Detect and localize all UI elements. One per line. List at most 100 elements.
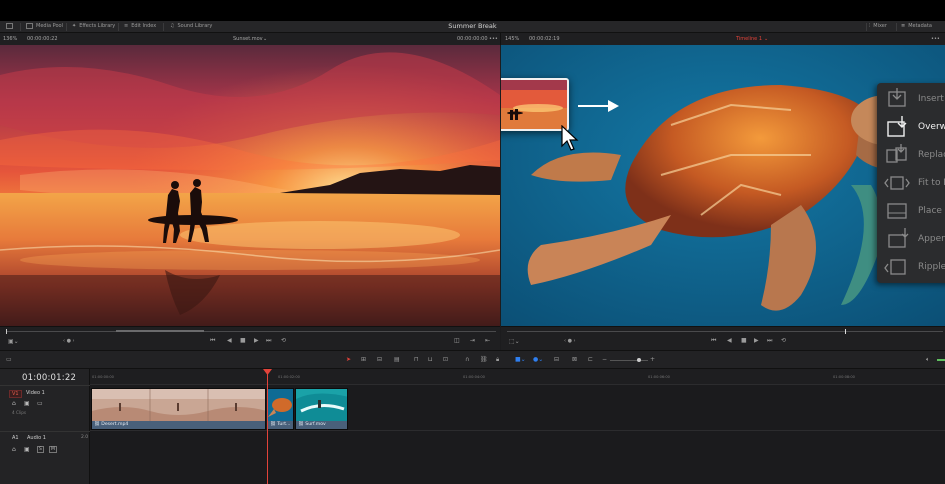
timeline-ruler[interactable]: 01:00:00:00 01:00:02:00 01:00:04:00 01:0… — [90, 369, 945, 385]
menu-item-ripple-overwrite[interactable]: Ripple Overwrite — [877, 253, 945, 281]
timeline-scrub-head[interactable] — [845, 329, 846, 334]
zoom-in-icon[interactable]: + — [650, 356, 655, 363]
play-icon[interactable]: ▶ — [254, 337, 259, 344]
menu-item-label: Fit to Fill — [918, 178, 945, 188]
track-headers: 01:00:01:22 V1 Video 1 ⌂ ▣ ▭ 4 Clips A1 … — [0, 369, 90, 484]
volume-icon[interactable]: 🔈︎ — [926, 356, 930, 364]
dragged-clip-thumbnail[interactable] — [501, 78, 569, 131]
jog-control[interactable]: ‹ ● › — [63, 338, 75, 344]
effects-library-button[interactable]: ✦ Effects Library — [72, 23, 115, 29]
video-track-id[interactable]: V1 — [9, 390, 22, 398]
flag-icon[interactable]: ■⌄ — [515, 356, 526, 363]
edit-index-label: Edit Index — [131, 23, 157, 29]
timeline-scrubber[interactable] — [507, 331, 943, 332]
menu-item-overwrite[interactable]: Overwrite — [877, 113, 945, 141]
source-clip-name[interactable]: Sunset.mov — [233, 36, 263, 42]
mixer-button[interactable]: ⫶ Mixer — [869, 23, 887, 29]
timeline-clip-turtle[interactable]: ⛓ Turt... — [267, 388, 294, 430]
source-viewer[interactable] — [0, 45, 500, 326]
jog-control[interactable]: ‹ ● › — [564, 338, 576, 344]
lock-icon[interactable]: ⌂ — [12, 446, 16, 453]
zoom-full-icon[interactable]: ⊟ — [554, 356, 559, 363]
viewer-mode-icon[interactable]: ▣⌄ — [8, 338, 19, 345]
menu-item-append[interactable]: Append at End — [877, 225, 945, 253]
enable-video-icon[interactable]: ▭ — [37, 400, 43, 407]
sunset-image — [0, 45, 500, 326]
snapping-icon[interactable]: ∩ — [465, 356, 469, 363]
blade-tool-icon[interactable]: ▤ — [394, 356, 400, 363]
skip-to-start-icon[interactable]: ⏮ — [210, 337, 215, 345]
fit-to-fill-icon — [884, 176, 910, 190]
match-frame-icon[interactable]: ⇤ — [485, 337, 490, 344]
mouse-cursor-icon — [561, 125, 579, 151]
metadata-button[interactable]: ≣ Metadata — [901, 23, 932, 29]
menu-item-replace[interactable]: Replace — [877, 141, 945, 169]
play-reverse-icon[interactable]: ◀ — [227, 337, 232, 344]
mark-in-icon[interactable]: ◫ — [454, 337, 460, 344]
linked-selection-icon[interactable]: ⛓ — [480, 356, 488, 363]
timeline-tracks[interactable]: ⛓ Desert.mp4 ⛓ Turt... ⛓ Surf.mov — [90, 385, 945, 484]
timeline-zoom-dropdown[interactable]: 145% — [505, 36, 519, 42]
marker-icon[interactable]: ●⌄ — [533, 356, 543, 363]
lock-icon[interactable]: ⌂ — [12, 400, 16, 407]
skip-to-end-icon[interactable]: ⏭ — [767, 337, 772, 345]
more-options-icon[interactable]: ••• — [931, 36, 940, 42]
mixer-label: Mixer — [873, 23, 887, 29]
append-icon — [888, 228, 909, 248]
more-options-icon[interactable]: ••• — [489, 36, 498, 42]
chevron-down-icon[interactable]: ⌄ — [263, 36, 267, 42]
solo-button[interactable]: S — [37, 446, 44, 453]
skip-to-start-icon[interactable]: ⏮ — [711, 337, 716, 345]
timeline-clip-desert[interactable]: ⛓ Desert.mp4 — [91, 388, 266, 430]
timeline-timecode[interactable]: 01:00:01:22 — [22, 373, 76, 383]
selection-tool-icon[interactable]: ➤ — [346, 356, 351, 363]
auto-select-icon[interactable]: ▣ — [24, 446, 30, 453]
timeline-name[interactable]: Timeline 1 — [736, 36, 762, 42]
source-zoom-dropdown[interactable]: 136% — [3, 36, 17, 42]
play-icon[interactable]: ▶ — [754, 337, 759, 344]
menu-item-insert[interactable]: Insert — [877, 85, 945, 113]
viewer-mode-icon[interactable]: ⬚⌄ — [509, 338, 520, 345]
insert-clip-icon[interactable]: ⊓ — [414, 356, 419, 363]
auto-select-icon[interactable]: ▣ — [24, 400, 30, 407]
stop-icon[interactable]: ■ — [741, 337, 747, 344]
timeline-clip-surf[interactable]: ⛓ Surf.mov — [295, 388, 348, 430]
ripple-overwrite-icon — [884, 259, 906, 275]
ruler-tick-label: 01:00:08:00 — [833, 375, 855, 379]
mark-out-icon[interactable]: ⇥ — [470, 337, 475, 344]
menu-item-place-on-top[interactable]: Place on Top — [877, 197, 945, 225]
loop-icon[interactable]: ⟲ — [781, 337, 786, 344]
ruler-tick-label: 01:00:06:00 — [648, 375, 670, 379]
zoom-detail-icon[interactable]: ⊠ — [572, 356, 577, 363]
timeline-options-icon[interactable]: ▭ — [6, 356, 12, 363]
trim-tool-icon[interactable]: ⊞ — [361, 356, 366, 363]
menu-item-fit-to-fill[interactable]: Fit to Fill — [877, 169, 945, 197]
video-track-name[interactable]: Video 1 — [26, 390, 45, 396]
source-scrubber[interactable] — [6, 331, 496, 332]
resolve-edit-page: Media Pool ✦ Effects Library ≡ Edit Index … — [0, 0, 945, 484]
loop-icon[interactable]: ⟲ — [281, 337, 286, 344]
playhead-line[interactable] — [267, 372, 268, 484]
stop-icon[interactable]: ■ — [240, 337, 246, 344]
audio-track-id[interactable]: A1 — [12, 435, 19, 441]
source-scrub-head[interactable] — [6, 329, 7, 334]
audio-track-name[interactable]: Audio 1 — [27, 435, 46, 441]
zoom-slider[interactable] — [610, 360, 648, 361]
media-pool-button[interactable]: Media Pool — [26, 23, 63, 29]
zoom-slider-handle[interactable] — [637, 358, 641, 362]
zoom-custom-icon[interactable]: ⊏ — [588, 356, 593, 363]
panel-toggle-button[interactable] — [6, 23, 13, 29]
timeline-viewer-header: 145% 00:00:02:19 Timeline 1 ⌄ ••• — [500, 33, 945, 45]
mute-button[interactable]: M — [49, 446, 57, 453]
skip-to-end-icon[interactable]: ⏭ — [266, 337, 271, 345]
sound-library-button[interactable]: ♫ Sound Library — [170, 23, 212, 29]
dynamic-trim-icon[interactable]: ⊟ — [377, 356, 382, 363]
edit-index-button[interactable]: ≡ Edit Index — [124, 23, 156, 29]
replace-clip-icon[interactable]: ⊡ — [443, 356, 448, 363]
position-lock-icon[interactable]: 🔒︎ — [496, 356, 499, 364]
play-reverse-icon[interactable]: ◀ — [727, 337, 732, 344]
source-timecode: 00:00:00:22 — [27, 36, 58, 42]
overwrite-clip-icon[interactable]: ⊔ — [428, 356, 433, 363]
chevron-down-icon[interactable]: ⌄ — [764, 36, 768, 42]
zoom-out-icon[interactable]: − — [602, 356, 607, 363]
